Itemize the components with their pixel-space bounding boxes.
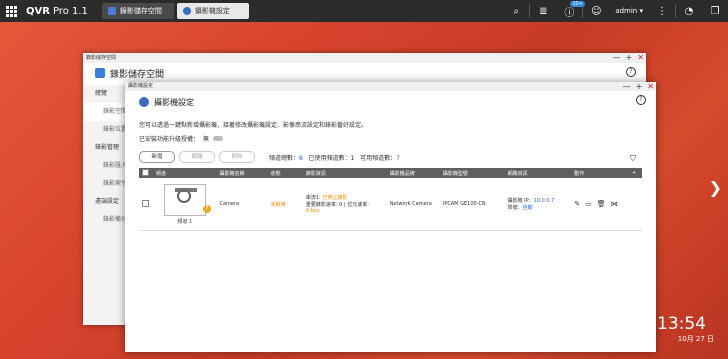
- sidebar-item-backup[interactable]: 錄影備份: [83, 211, 125, 229]
- share-icon[interactable]: ⋈: [611, 200, 618, 208]
- header-channel[interactable]: 頻道: [152, 168, 217, 178]
- search-icon[interactable]: ⌕: [503, 6, 529, 17]
- sidebar-item-space[interactable]: 錄影空間: [83, 103, 125, 121]
- dashboard-icon[interactable]: ◔: [676, 6, 702, 17]
- license-toggle-icon[interactable]: [213, 136, 224, 141]
- sidebar-item-index[interactable]: 錄影索引: [83, 175, 125, 193]
- desktop-date: 10月 27 日: [677, 335, 714, 343]
- sidebar-item-management[interactable]: 錄影管理: [83, 139, 125, 157]
- sidebar-item-import[interactable]: 錄影匯入: [83, 157, 125, 175]
- header-status[interactable]: 狀態: [267, 168, 303, 178]
- storage-window-header: 錄影儲存空間: [83, 63, 646, 83]
- sidebar-item-remote[interactable]: 遠端設定: [83, 193, 125, 211]
- select-all-header[interactable]: [139, 168, 153, 178]
- header-camera-name[interactable]: 攝影機名稱: [216, 168, 268, 178]
- edit-camera-button[interactable]: 編輯: [179, 151, 215, 163]
- tasks-icon[interactable]: ≣: [530, 6, 556, 17]
- delete-icon[interactable]: 🗑: [597, 200, 606, 208]
- help-icon[interactable]: ?: [636, 95, 646, 105]
- maximize-icon[interactable]: +: [636, 82, 643, 92]
- channel-label: 頻道 1: [177, 218, 193, 225]
- app-grid-icon[interactable]: [0, 0, 22, 22]
- camera-settings-window: 攝影機設定 — + ✕ 攝影機設定 ? 您可以透過一鍵點新增攝影機，接著修改攝影機設…: [125, 82, 656, 352]
- header-actions[interactable]: 動作: [571, 168, 627, 178]
- camera-name: Camera: [216, 178, 268, 231]
- camera-window-header: 攝影機設定: [125, 93, 656, 111]
- recording-info: 串流1: 已停止錄影 重要錄影速率: 0 | 位元速率: 0 bps: [302, 178, 387, 231]
- desktop-clock: 13:54: [657, 314, 706, 334]
- camera-brand: Network Camera: [386, 178, 440, 231]
- maximize-icon[interactable]: +: [626, 53, 633, 63]
- minimize-icon[interactable]: —: [623, 82, 631, 92]
- taskbar: QVR Pro 1.1 錄影儲存空間 攝影機設定 ⌕ ≣ ⓘ 10+ ☺ admin…: [0, 0, 728, 22]
- tab-camera-settings[interactable]: 攝影機設定: [176, 3, 249, 19]
- network-info: 攝影機 IP：10.0.0.7 埠號：自動: [504, 178, 572, 231]
- camera-icon: [182, 7, 191, 15]
- monitor-icon[interactable]: ▭: [585, 200, 592, 208]
- close-icon[interactable]: ✕: [637, 53, 644, 63]
- sidebar-item-location[interactable]: 錄影位置: [83, 121, 125, 139]
- row-actions: ✎ ▭ 🗑 ⋈: [571, 178, 642, 231]
- header-model[interactable]: 攝影機型號: [439, 168, 505, 178]
- camera-icon: [176, 188, 191, 203]
- more-icon[interactable]: ⋮: [649, 6, 675, 17]
- camera-toolbar: 新增 編輯 刪除 頻道總數：8 已使用頻道數：1 可用頻道數：7: [139, 151, 400, 163]
- warning-icon: ?: [202, 204, 211, 213]
- add-column-icon[interactable]: +: [626, 168, 642, 178]
- camera-table: 頻道 攝影機名稱 狀態 錄影資訊 攝影機品牌 攝影機型號 網路資訊 動作 + ?: [139, 168, 642, 231]
- header-network[interactable]: 網路資訊: [504, 168, 572, 178]
- header-recording-info[interactable]: 錄影資訊: [302, 168, 387, 178]
- close-icon[interactable]: ✕: [647, 82, 654, 92]
- storage-icon: [107, 7, 116, 15]
- table-row[interactable]: ? 頻道 1 Camera 未啟用 串流1: 已停止錄影 重要錄影速率: 0 |…: [139, 178, 642, 231]
- sidebar-item-overview[interactable]: 總覽: [83, 85, 125, 103]
- page-title: 錄影儲存空間: [110, 69, 165, 80]
- camera-window-titlebar[interactable]: 攝影機設定 — + ✕: [125, 82, 656, 91]
- filter-icon[interactable]: ⛉: [630, 154, 636, 164]
- header-brand[interactable]: 攝影機品牌: [386, 168, 440, 178]
- channel-stats: 頻道總數：8 已使用頻道數：1 可用頻道數：7: [269, 154, 400, 162]
- camera-model: IPCAM GE100-CB: [439, 178, 505, 231]
- help-icon[interactable]: ?: [626, 67, 636, 77]
- description: 您可以透過一鍵點新增攝影機，接著修改攝影機設定、影像串流設定和錄影番好設定。: [139, 122, 368, 129]
- notification-icon[interactable]: ⓘ 10+: [556, 0, 585, 19]
- camera-thumbnail[interactable]: ?: [163, 183, 211, 216]
- select-all-checkbox[interactable]: [142, 168, 149, 176]
- delete-camera-button[interactable]: 刪除: [219, 151, 255, 163]
- camera-status: 未啟用: [267, 178, 303, 231]
- minimize-icon[interactable]: —: [613, 53, 621, 63]
- channel-cell: ? 頻道 1: [152, 178, 217, 231]
- app-brand: QVR Pro 1.1: [26, 5, 88, 17]
- row-checkbox[interactable]: [142, 199, 149, 207]
- row-select: [139, 178, 153, 231]
- tab-storage[interactable]: 錄影儲存空間: [101, 3, 174, 19]
- license-info: 已安裝功能升級授權： 無: [139, 134, 224, 143]
- user-menu[interactable]: admin ▾: [609, 7, 649, 15]
- add-camera-button[interactable]: 新增: [139, 151, 175, 163]
- camera-app-icon: [139, 97, 149, 107]
- storage-window-titlebar[interactable]: 錄影儲存空間 — + ✕: [83, 53, 646, 63]
- next-page-arrow-icon[interactable]: ❯: [709, 178, 722, 197]
- storage-app-icon: [95, 68, 105, 78]
- storage-sidebar: 總覽 錄影空間 錄影位置 錄影管理 錄影匯入 錄影索引 遠端設定 錄影備份: [83, 85, 125, 325]
- edit-icon[interactable]: ✎: [574, 200, 580, 208]
- user-icon[interactable]: ☺: [583, 6, 609, 17]
- page-title: 攝影機設定: [154, 97, 194, 107]
- windows-icon[interactable]: ❐: [702, 6, 728, 17]
